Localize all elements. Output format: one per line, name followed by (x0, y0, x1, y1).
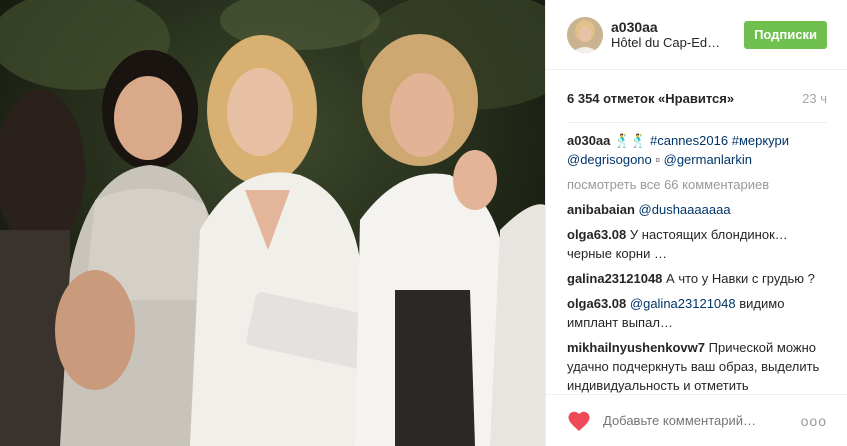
caption-hashtag[interactable]: #cannes2016 (650, 133, 728, 148)
comment-mention[interactable]: @dushaaaaaaa (639, 202, 731, 217)
likes-count[interactable]: 6 354 отметок «Нравится» (567, 91, 734, 106)
instagram-post: a030aa Hôtel du Cap-Ed… Подписки 6 354 о… (0, 0, 847, 446)
caption-mention[interactable]: @germanlarkin (664, 152, 752, 167)
comment-username[interactable]: anibabaian (567, 202, 635, 217)
post-photo[interactable] (0, 0, 545, 446)
comment: olga63.08 @galina23121048 видимо имплант… (567, 294, 827, 332)
comment: olga63.08 У настоящих блондинок… черные … (567, 225, 827, 263)
caption-hashtag[interactable]: #меркури (732, 133, 789, 148)
view-all-comments-link[interactable]: посмотреть все 66 комментариев (567, 175, 827, 194)
photo-illustration (0, 0, 545, 446)
caption-mention[interactable]: @degrisogono (567, 152, 652, 167)
comment-username[interactable]: galina23121048 (567, 271, 662, 286)
header-text: a030aa Hôtel du Cap-Ed… (611, 19, 744, 51)
header-location[interactable]: Hôtel du Cap-Ed… (611, 35, 721, 51)
avatar[interactable] (567, 16, 603, 53)
post-time[interactable]: 23 ч (802, 91, 827, 106)
more-options-icon[interactable]: ооо (801, 413, 827, 429)
comment-username[interactable]: olga63.08 (567, 296, 626, 311)
caption-emoji: ▫ (655, 152, 660, 167)
caption: a030aa 🕺🕺 #cannes2016 #меркури @degrisog… (567, 131, 827, 169)
comment-username[interactable]: mikhailnyushenkovw7 (567, 340, 705, 355)
header-username[interactable]: a030aa (611, 19, 744, 35)
caption-username[interactable]: a030aa (567, 133, 610, 148)
comment: mikhailnyushenkovw7 Прической можно удач… (567, 338, 827, 394)
comment-text: А что у Навки с грудью ? (666, 271, 815, 286)
comment: galina23121048 А что у Навки с грудью ? (567, 269, 827, 288)
caption-emoji: 🕺🕺 (614, 133, 647, 148)
comment-username[interactable]: olga63.08 (567, 227, 626, 242)
comment-mention[interactable]: @galina23121048 (630, 296, 736, 311)
follow-button[interactable]: Подписки (744, 20, 827, 49)
heart-icon[interactable] (567, 410, 591, 432)
comments-list: a030aa 🕺🕺 #cannes2016 #меркури @degrisog… (546, 123, 847, 394)
post-header: a030aa Hôtel du Cap-Ed… Подписки (546, 0, 847, 70)
avatar-image (567, 16, 603, 53)
post-stats: 6 354 отметок «Нравится» 23 ч (546, 70, 847, 108)
comment: anibabaian @dushaaaaaaa (567, 200, 827, 219)
comment-footer: ооо (546, 394, 847, 446)
add-comment-input[interactable] (601, 412, 801, 429)
post-sidebar: a030aa Hôtel du Cap-Ed… Подписки 6 354 о… (545, 0, 847, 446)
